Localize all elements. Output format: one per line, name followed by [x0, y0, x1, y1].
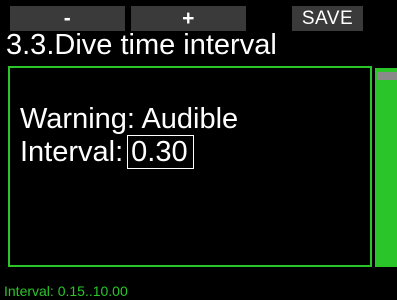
warning-row: Warning: Audible	[20, 103, 238, 135]
save-button[interactable]: SAVE	[292, 6, 363, 31]
warning-label: Warning:	[20, 103, 135, 135]
interval-value-field[interactable]: 0.30	[127, 135, 194, 169]
softkey-bar: - + SAVE	[0, 0, 397, 31]
interval-row: Interval: 0.30	[20, 135, 238, 169]
interval-label: Interval:	[20, 136, 124, 168]
scrollbar[interactable]	[375, 68, 397, 267]
scrollbar-thumb[interactable]	[377, 72, 397, 80]
interval-range-hint: Interval: 0.15..10.00	[4, 283, 128, 299]
warning-value[interactable]: Audible	[141, 103, 238, 135]
settings-panel: Warning: Audible Interval: 0.30	[8, 66, 372, 267]
page-title: 3.3.Dive time interval	[6, 29, 277, 61]
